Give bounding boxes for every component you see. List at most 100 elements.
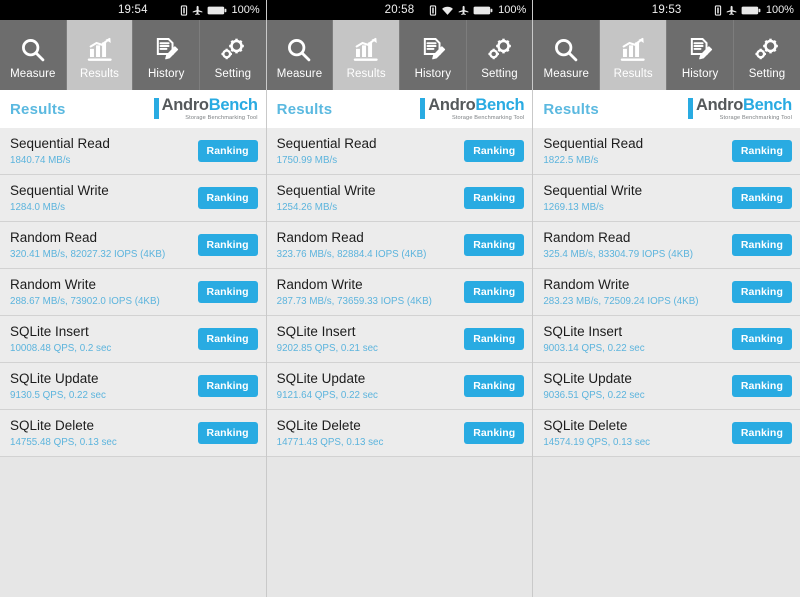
- tab-measure[interactable]: Measure: [266, 20, 334, 90]
- tab-results[interactable]: Results: [600, 20, 668, 90]
- result-value: 9130.5 QPS, 0.22 sec: [10, 389, 106, 401]
- bar-chart-icon: [352, 34, 380, 66]
- result-row[interactable]: Random Write 288.67 MB/s, 73902.0 IOPS (…: [0, 269, 266, 316]
- tab-bar: Measure Results History Setting: [0, 20, 266, 90]
- tab-label: Setting: [481, 68, 518, 80]
- status-bar-indicators: 100%: [180, 4, 266, 16]
- result-value: 287.73 MB/s, 73659.33 IOPS (4KB): [276, 295, 432, 307]
- ranking-button[interactable]: Ranking: [731, 187, 792, 209]
- result-row[interactable]: SQLite Update 9121.64 QPS, 0.22 sec Rank…: [266, 363, 533, 410]
- ranking-button[interactable]: Ranking: [197, 281, 258, 303]
- result-row[interactable]: Sequential Read 1750.99 MB/s Ranking: [266, 128, 533, 175]
- battery-percent-label: 100%: [231, 4, 260, 16]
- result-value: 9003.14 QPS, 0.22 sec: [543, 342, 645, 354]
- tab-history[interactable]: History: [400, 20, 467, 90]
- result-row[interactable]: Sequential Read 1840.74 MB/s Ranking: [0, 128, 266, 175]
- ranking-button[interactable]: Ranking: [731, 375, 792, 397]
- result-row[interactable]: Random Read 320.41 MB/s, 82027.32 IOPS (…: [0, 222, 266, 269]
- tab-results[interactable]: Results: [66, 20, 134, 90]
- result-row[interactable]: SQLite Insert 10008.48 QPS, 0.2 sec Rank…: [0, 316, 266, 363]
- result-name: Random Write: [10, 277, 97, 293]
- tab-results[interactable]: Results: [333, 20, 400, 90]
- result-value: 1840.74 MB/s: [10, 154, 71, 166]
- status-bar: 20:58 100%: [266, 0, 533, 20]
- result-row[interactable]: Sequential Write 1284.0 MB/s Ranking: [0, 175, 266, 222]
- result-row[interactable]: SQLite Insert 9003.14 QPS, 0.22 sec Rank…: [533, 316, 800, 363]
- battery-percent-label: 100%: [498, 4, 527, 16]
- result-name: Sequential Write: [276, 183, 376, 199]
- result-row[interactable]: SQLite Delete 14771.43 QPS, 0.13 sec Ran…: [266, 410, 533, 457]
- logo-bench: Bench: [208, 95, 258, 114]
- logo-andro: Andro: [428, 95, 476, 114]
- result-value: 9036.51 QPS, 0.22 sec: [543, 389, 645, 401]
- tab-history[interactable]: History: [667, 20, 735, 90]
- ranking-button[interactable]: Ranking: [464, 281, 525, 303]
- logo-accent-bar: [153, 97, 159, 119]
- result-value: 1822.5 MB/s: [543, 154, 599, 166]
- logo-tagline: Storage Benchmarking Tool: [185, 115, 258, 122]
- result-name: SQLite Update: [276, 371, 366, 387]
- result-row[interactable]: Sequential Read 1822.5 MB/s Ranking: [533, 128, 800, 175]
- result-value: 1254.26 MB/s: [276, 201, 338, 213]
- result-row[interactable]: SQLite Delete 14574.19 QPS, 0.13 sec Ran…: [533, 410, 800, 457]
- result-value: 9202.85 QPS, 0.21 sec: [276, 342, 378, 354]
- battery-full-icon: [207, 5, 227, 16]
- ranking-button[interactable]: Ranking: [197, 187, 258, 209]
- result-row[interactable]: Random Write 287.73 MB/s, 73659.33 IOPS …: [266, 269, 533, 316]
- device-screen: 19:53 100% Measure Results History Settin…: [533, 0, 800, 597]
- ranking-button[interactable]: Ranking: [197, 328, 258, 350]
- ranking-button[interactable]: Ranking: [731, 328, 792, 350]
- tab-label: History: [681, 68, 719, 80]
- ranking-button[interactable]: Ranking: [464, 187, 525, 209]
- logo-accent-bar: [687, 97, 693, 119]
- ranking-button[interactable]: Ranking: [731, 281, 792, 303]
- logo-wordmark: AndroBench: [162, 97, 258, 114]
- result-row[interactable]: Sequential Write 1269.13 MB/s Ranking: [533, 175, 800, 222]
- logo-tagline: Storage Benchmarking Tool: [719, 115, 792, 122]
- tab-measure[interactable]: Measure: [533, 20, 601, 90]
- result-value: 288.67 MB/s, 73902.0 IOPS (4KB): [10, 295, 160, 307]
- tab-setting[interactable]: Setting: [466, 20, 533, 90]
- status-bar: 19:54 100%: [0, 0, 266, 20]
- result-row[interactable]: SQLite Delete 14755.48 QPS, 0.13 sec Ran…: [0, 410, 266, 457]
- ranking-button[interactable]: Ranking: [731, 140, 792, 162]
- ranking-button[interactable]: Ranking: [731, 422, 792, 444]
- tab-label: Results: [346, 68, 386, 80]
- result-value: 14574.19 QPS, 0.13 sec: [543, 436, 651, 448]
- ranking-button[interactable]: Ranking: [464, 140, 525, 162]
- result-row[interactable]: Random Write 283.23 MB/s, 72509.24 IOPS …: [533, 269, 800, 316]
- ranking-button[interactable]: Ranking: [197, 375, 258, 397]
- gears-icon: [219, 34, 247, 66]
- tab-setting[interactable]: Setting: [734, 20, 800, 90]
- result-value: 325.4 MB/s, 83304.79 IOPS (4KB): [543, 248, 694, 260]
- tab-setting[interactable]: Setting: [200, 20, 266, 90]
- ranking-button[interactable]: Ranking: [464, 422, 525, 444]
- result-row[interactable]: Random Read 323.76 MB/s, 82884.4 IOPS (4…: [266, 222, 533, 269]
- logo-andro: Andro: [161, 95, 209, 114]
- ranking-button[interactable]: Ranking: [464, 234, 525, 256]
- ranking-button[interactable]: Ranking: [197, 140, 258, 162]
- result-name: Random Read: [276, 230, 364, 246]
- result-row[interactable]: SQLite Insert 9202.85 QPS, 0.21 sec Rank…: [266, 316, 533, 363]
- tab-measure[interactable]: Measure: [0, 20, 67, 90]
- result-row[interactable]: SQLite Update 9036.51 QPS, 0.22 sec Rank…: [533, 363, 800, 410]
- logo-bench: Bench: [475, 95, 525, 114]
- result-row[interactable]: Random Read 325.4 MB/s, 83304.79 IOPS (4…: [533, 222, 800, 269]
- result-value: 283.23 MB/s, 72509.24 IOPS (4KB): [543, 295, 699, 307]
- result-row[interactable]: SQLite Update 9130.5 QPS, 0.22 sec Ranki…: [0, 363, 266, 410]
- tab-bar: Measure Results History Setting: [266, 20, 533, 90]
- page-title: Results: [10, 100, 66, 118]
- ranking-button[interactable]: Ranking: [731, 234, 792, 256]
- ranking-button[interactable]: Ranking: [464, 328, 525, 350]
- ranking-button[interactable]: Ranking: [464, 375, 525, 397]
- tab-history[interactable]: History: [133, 20, 201, 90]
- logo-tagline: Storage Benchmarking Tool: [451, 115, 525, 122]
- bar-chart-icon: [619, 34, 647, 66]
- ranking-button[interactable]: Ranking: [197, 234, 258, 256]
- result-name: Random Write: [276, 277, 363, 293]
- ranking-button[interactable]: Ranking: [197, 422, 258, 444]
- result-row[interactable]: Sequential Write 1254.26 MB/s Ranking: [266, 175, 533, 222]
- result-name: SQLite Insert: [276, 324, 356, 340]
- result-name: Sequential Write: [543, 183, 643, 199]
- status-bar: 19:53 100%: [533, 0, 800, 20]
